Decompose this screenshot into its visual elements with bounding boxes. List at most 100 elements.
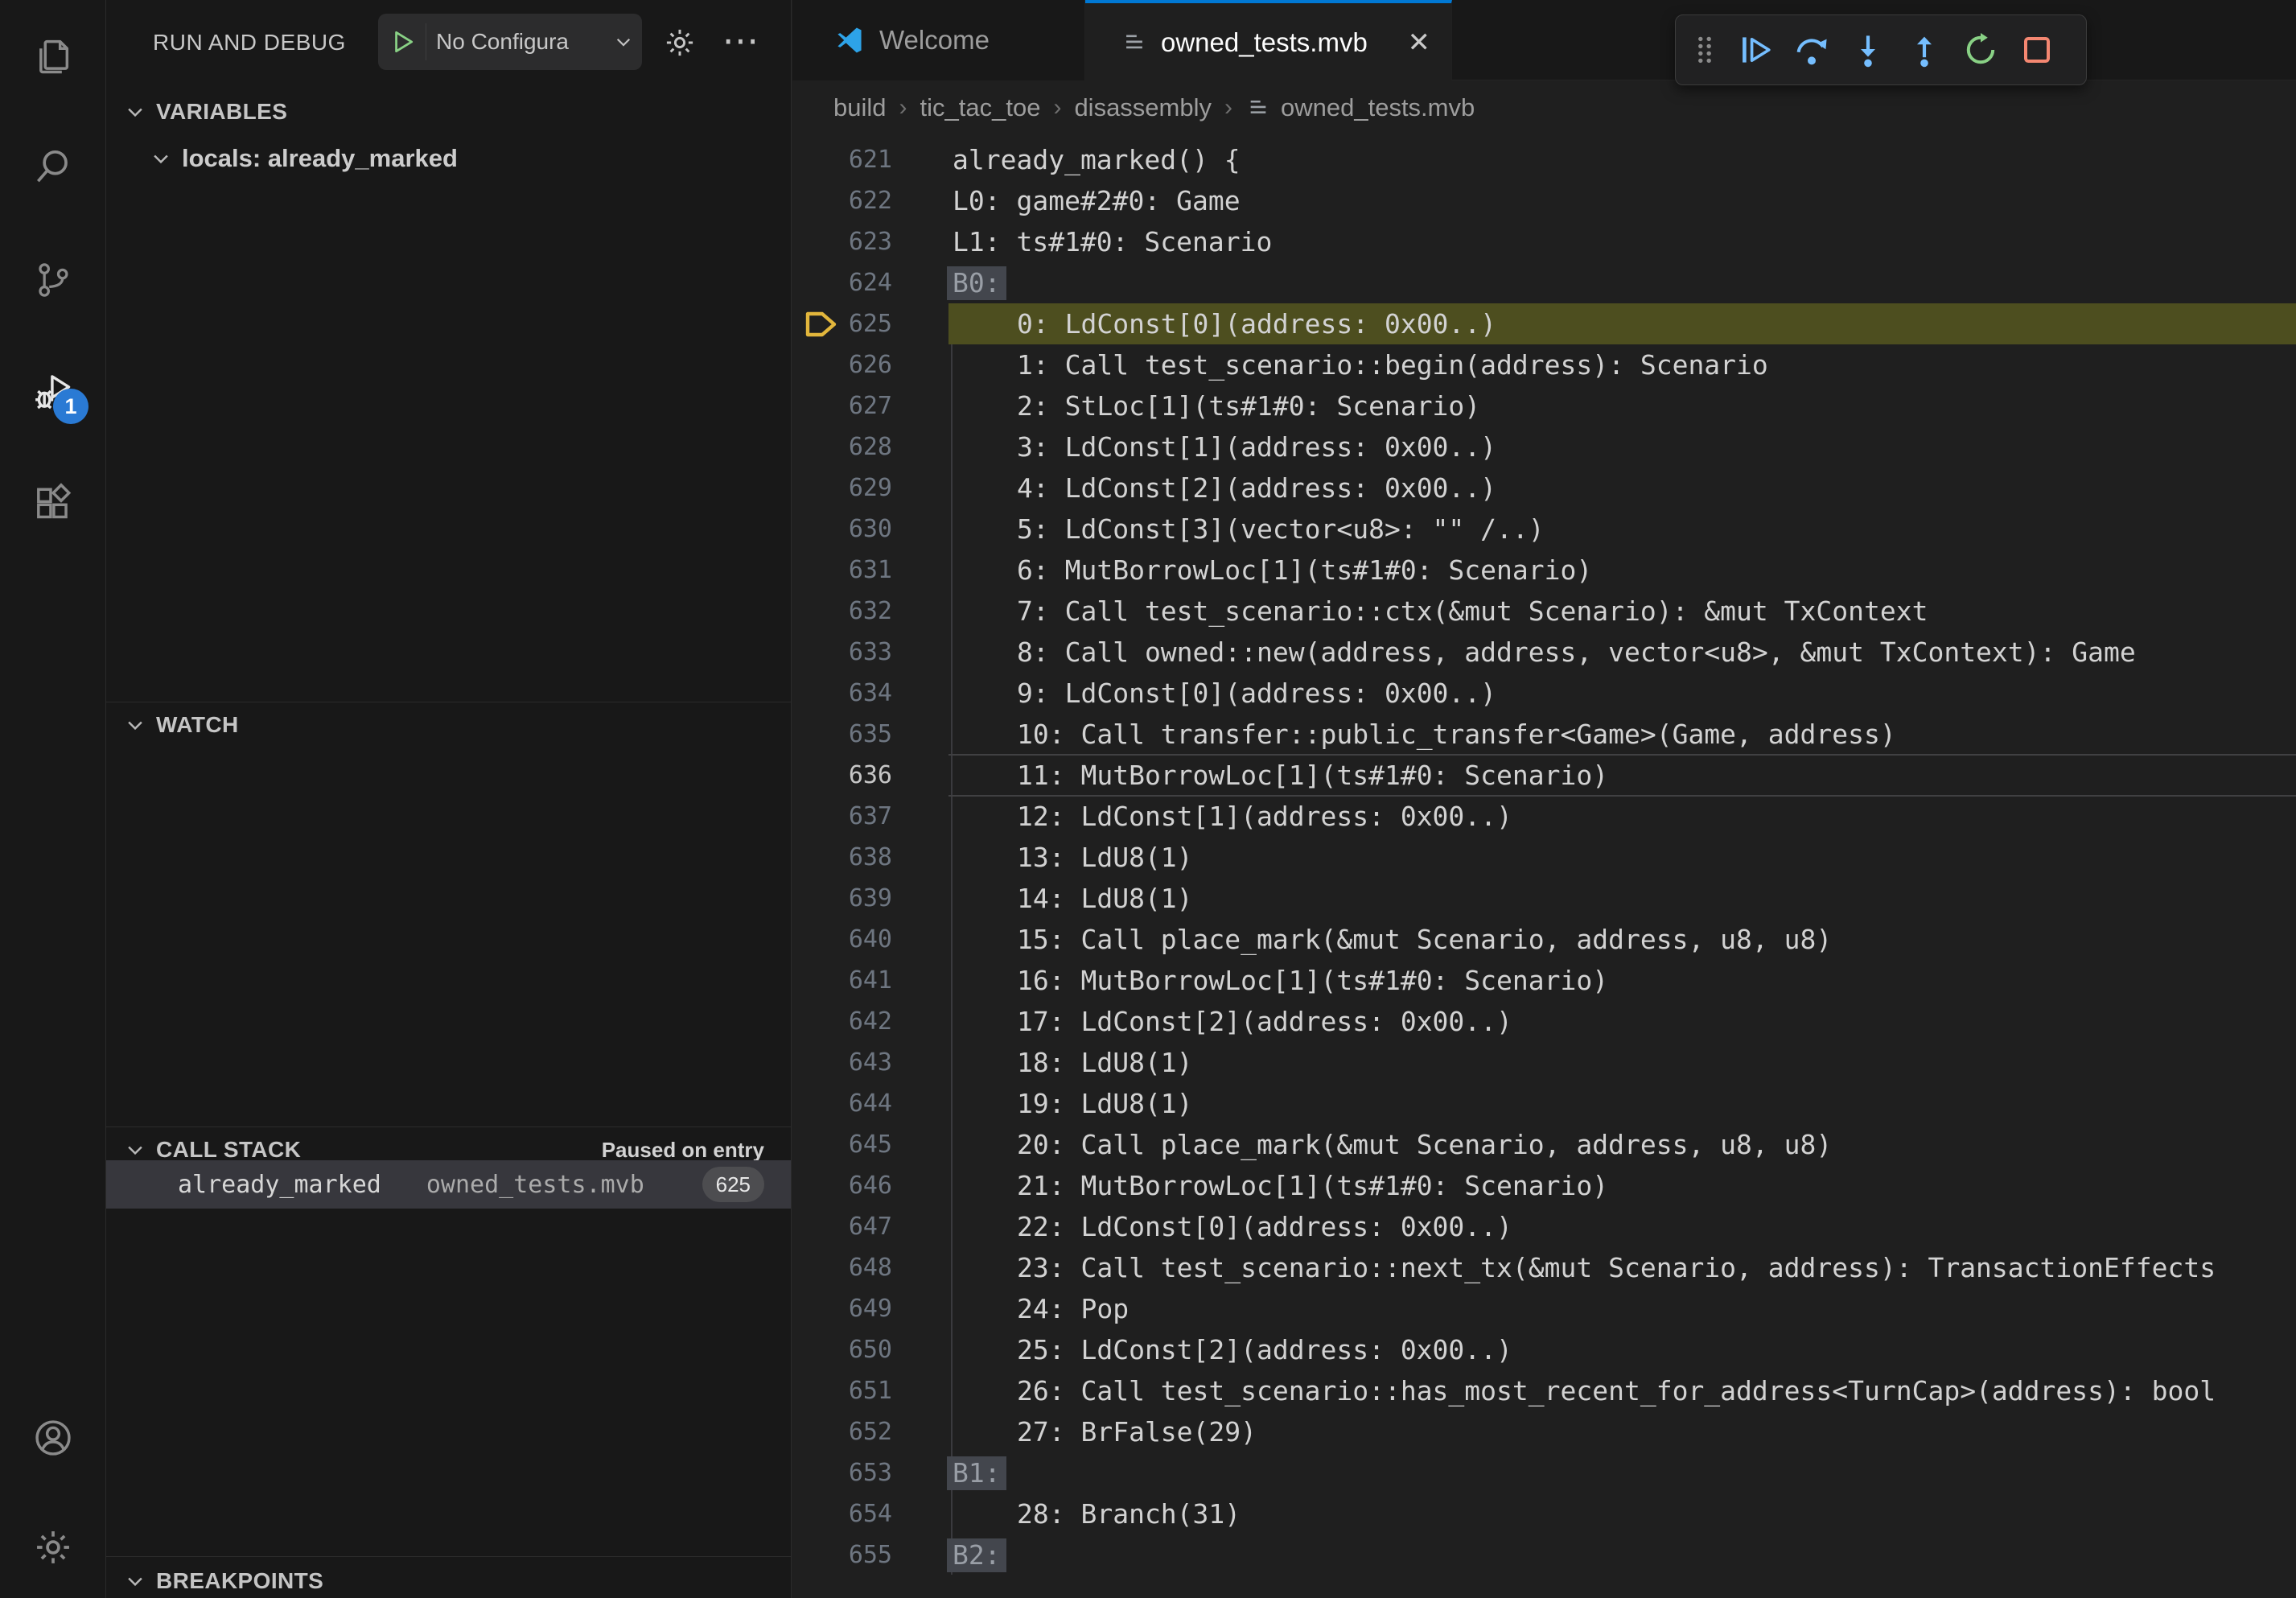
line-number-gutter[interactable]: 642 [792,1001,948,1042]
restart-button[interactable] [1952,21,2009,79]
line-number-gutter[interactable]: 628 [792,426,948,467]
code-line-621[interactable]: 621already_marked() { [792,139,2296,180]
step-over-button[interactable] [1784,21,1840,79]
explorer-icon[interactable] [0,16,105,97]
code-line-text[interactable]: 23: Call test_scenario::next_tx(&mut Sce… [948,1247,2296,1288]
line-number-gutter[interactable]: 650 [792,1329,948,1370]
code-line-625[interactable]: 6250: LdConst[0](address: 0x00..) [792,303,2296,344]
line-number-gutter[interactable]: 621 [792,139,948,180]
line-number-gutter[interactable]: 634 [792,673,948,714]
line-number-gutter[interactable]: 646 [792,1165,948,1206]
code-line-text[interactable]: B0: [948,262,2296,303]
code-line-text[interactable]: 22: LdConst[0](address: 0x00..) [948,1206,2296,1247]
code-line-text[interactable]: 12: LdConst[1](address: 0x00..) [948,796,2296,837]
line-number-gutter[interactable]: 640 [792,919,948,960]
breakpoints-section-header[interactable]: BREAKPOINTS [106,1559,791,1598]
tab-welcome[interactable]: Welcome [792,0,1085,80]
code-line-636[interactable]: 63611: MutBorrowLoc[1](ts#1#0: Scenario) [792,755,2296,796]
line-number-gutter[interactable]: 637 [792,796,948,837]
code-line-text[interactable]: B1: [948,1452,2296,1493]
code-line-text[interactable]: 7: Call test_scenario::ctx(&mut Scenario… [948,591,2296,632]
step-out-button[interactable] [1896,21,1952,79]
line-number-gutter[interactable]: 629 [792,467,948,509]
code-line-642[interactable]: 64217: LdConst[2](address: 0x00..) [792,1001,2296,1042]
code-line-654[interactable]: 65428: Branch(31) [792,1493,2296,1534]
breadcrumb-item[interactable]: tic_tac_toe [920,93,1041,122]
code-line-text[interactable]: 8: Call owned::new(address, address, vec… [948,632,2296,673]
line-number-gutter[interactable]: 623 [792,221,948,262]
line-number-gutter[interactable]: 651 [792,1370,948,1411]
line-number-gutter[interactable]: 632 [792,591,948,632]
line-number-gutter[interactable]: 636 [792,755,948,796]
settings-gear-icon[interactable] [0,1507,105,1588]
code-line-text[interactable]: 9: LdConst[0](address: 0x00..) [948,673,2296,714]
line-number-gutter[interactable]: 635 [792,714,948,755]
code-line-text[interactable]: 17: LdConst[2](address: 0x00..) [948,1001,2296,1042]
line-number-gutter[interactable]: 622 [792,180,948,221]
code-line-640[interactable]: 64015: Call place_mark(&mut Scenario, ad… [792,919,2296,960]
code-line-641[interactable]: 64116: MutBorrowLoc[1](ts#1#0: Scenario) [792,960,2296,1001]
code-line-text[interactable]: 15: Call place_mark(&mut Scenario, addre… [948,919,2296,960]
code-line-655[interactable]: 655B2: [792,1534,2296,1575]
code-line-627[interactable]: 6272: StLoc[1](ts#1#0: Scenario) [792,385,2296,426]
code-line-652[interactable]: 65227: BrFalse(29) [792,1411,2296,1452]
code-line-text[interactable]: B2: [948,1534,2296,1575]
code-line-622[interactable]: 622L0: game#2#0: Game [792,180,2296,221]
toolbar-drag-handle[interactable] [1682,21,1727,79]
code-line-653[interactable]: 653B1: [792,1452,2296,1493]
debug-configuration-dropdown[interactable]: No Configura [378,14,642,70]
breadcrumb-item[interactable]: disassembly [1074,93,1212,122]
code-line-643[interactable]: 64318: LdU8(1) [792,1042,2296,1083]
code-line-text[interactable]: 10: Call transfer::public_transfer<Game>… [948,714,2296,755]
code-line-text[interactable]: 13: LdU8(1) [948,837,2296,878]
line-number-gutter[interactable]: 631 [792,550,948,591]
line-number-gutter[interactable]: 648 [792,1247,948,1288]
line-number-gutter[interactable]: 655 [792,1534,948,1575]
code-line-645[interactable]: 64520: Call place_mark(&mut Scenario, ad… [792,1124,2296,1165]
code-line-648[interactable]: 64823: Call test_scenario::next_tx(&mut … [792,1247,2296,1288]
variables-scope-locals[interactable]: locals: already_marked [106,137,791,180]
code-line-635[interactable]: 63510: Call transfer::public_transfer<Ga… [792,714,2296,755]
line-number-gutter[interactable]: 644 [792,1083,948,1124]
code-line-text[interactable]: 19: LdU8(1) [948,1083,2296,1124]
extensions-icon[interactable] [0,463,105,544]
debug-settings-gear-icon[interactable] [656,0,704,85]
line-number-gutter[interactable]: 626 [792,344,948,385]
line-number-gutter[interactable]: 638 [792,837,948,878]
code-line-628[interactable]: 6283: LdConst[1](address: 0x00..) [792,426,2296,467]
code-line-text[interactable]: 28: Branch(31) [948,1493,2296,1534]
code-line-647[interactable]: 64722: LdConst[0](address: 0x00..) [792,1206,2296,1247]
code-line-638[interactable]: 63813: LdU8(1) [792,837,2296,878]
line-number-gutter[interactable]: 653 [792,1452,948,1493]
code-line-text[interactable]: 16: MutBorrowLoc[1](ts#1#0: Scenario) [948,960,2296,1001]
line-number-gutter[interactable]: 633 [792,632,948,673]
continue-button[interactable] [1727,21,1784,79]
code-line-630[interactable]: 6305: LdConst[3](vector<u8>: "" /..) [792,509,2296,550]
code-line-text[interactable]: 6: MutBorrowLoc[1](ts#1#0: Scenario) [948,550,2296,591]
line-number-gutter[interactable]: 645 [792,1124,948,1165]
line-number-gutter[interactable]: 643 [792,1042,948,1083]
run-and-debug-icon[interactable]: 1 [0,352,105,432]
start-debug-button[interactable] [378,23,426,60]
line-number-gutter[interactable]: 654 [792,1493,948,1534]
line-number-gutter[interactable]: 625 [792,303,948,344]
close-icon[interactable]: ✕ [1408,29,1431,56]
line-number-gutter[interactable]: 639 [792,878,948,919]
code-line-624[interactable]: 624B0: [792,262,2296,303]
code-line-text[interactable]: 20: Call place_mark(&mut Scenario, addre… [948,1124,2296,1165]
step-into-button[interactable] [1840,21,1896,79]
call-stack-frame[interactable]: already_markedowned_tests.mvb625 [106,1160,791,1209]
code-line-639[interactable]: 63914: LdU8(1) [792,878,2296,919]
watch-section-header[interactable]: WATCH [106,703,791,747]
search-icon[interactable] [0,126,105,207]
account-icon[interactable] [0,1398,105,1478]
code-line-text[interactable]: L0: game#2#0: Game [948,180,2296,221]
code-line-633[interactable]: 6338: Call owned::new(address, address, … [792,632,2296,673]
code-line-text[interactable]: already_marked() { [948,139,2296,180]
line-number-gutter[interactable]: 647 [792,1206,948,1247]
breadcrumb-file-item[interactable]: owned_tests.mvb [1245,93,1475,122]
code-line-text[interactable]: 21: MutBorrowLoc[1](ts#1#0: Scenario) [948,1165,2296,1206]
line-number-gutter[interactable]: 652 [792,1411,948,1452]
line-number-gutter[interactable]: 630 [792,509,948,550]
code-line-text[interactable]: 25: LdConst[2](address: 0x00..) [948,1329,2296,1370]
